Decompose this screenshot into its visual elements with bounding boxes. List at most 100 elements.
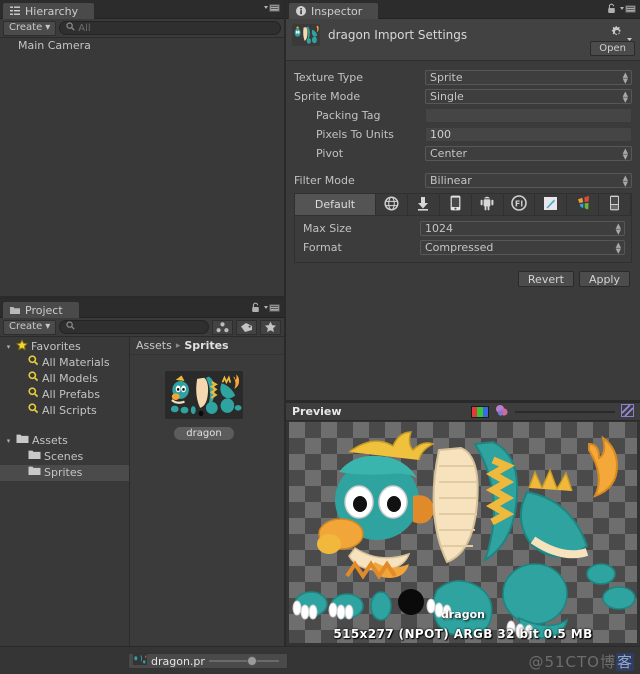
hierarchy-search-input[interactable]: All bbox=[59, 21, 281, 35]
import-settings-header: dragon Import Settings Open bbox=[286, 19, 640, 61]
alpha-channel-icon[interactable] bbox=[495, 404, 509, 420]
standalone-download-icon bbox=[416, 196, 430, 214]
tree-item-all-scripts[interactable]: All Scripts bbox=[0, 403, 129, 419]
mip-level-slider[interactable] bbox=[515, 406, 615, 418]
star-icon bbox=[15, 338, 29, 356]
field-filter-mode: Filter Mode Bilinear ▲ ▼ bbox=[294, 171, 632, 190]
twisty-icon[interactable]: ▾ bbox=[4, 433, 13, 449]
favorite-star-icon[interactable] bbox=[260, 319, 281, 335]
tree-item-all-models[interactable]: All Models bbox=[0, 371, 129, 387]
folder-icon bbox=[28, 449, 41, 465]
dragon-sprite-thumbnail bbox=[165, 371, 243, 419]
tree-item-sprites[interactable]: Sprites bbox=[0, 465, 129, 481]
panel-divider-horizontal-right[interactable] bbox=[286, 400, 640, 403]
platform-tab-default[interactable]: Default bbox=[295, 194, 377, 215]
asset-item-dragon[interactable]: dragon bbox=[156, 371, 252, 440]
search-icon bbox=[66, 22, 75, 34]
search-icon bbox=[66, 321, 75, 333]
import-settings-fields: Texture Type Sprite ▲ ▼ Sprite Mode Singl… bbox=[286, 61, 640, 190]
packing-tag-input[interactable] bbox=[425, 108, 632, 123]
panel-menu-icon[interactable] bbox=[264, 3, 280, 16]
breadcrumb-current: Sprites bbox=[184, 339, 229, 352]
status-bar: dragon.pr @51CTO博客 bbox=[0, 646, 640, 674]
platform-tab-ios[interactable] bbox=[440, 194, 472, 215]
unity-editor-window: Hierarchy Create ▾ All Main Camera Proje… bbox=[0, 0, 640, 674]
platform-override-box: Default Fl Max Size 1024 ▲ ▼ Format Comp… bbox=[294, 193, 632, 263]
breadcrumb: Assets ▸ Sprites bbox=[130, 337, 284, 355]
panel-menu-icon[interactable] bbox=[264, 303, 280, 316]
dragon-sprite-thumbnail bbox=[292, 24, 320, 46]
format-dropdown[interactable]: Compressed ▲ ▼ bbox=[420, 240, 625, 255]
filter-by-label-icon[interactable] bbox=[236, 319, 257, 335]
platform-tab-flash-player[interactable]: Fl bbox=[504, 194, 536, 215]
zoom-slider[interactable] bbox=[208, 656, 279, 666]
field-texture-type: Texture Type Sprite ▲ ▼ bbox=[294, 68, 632, 87]
field-max-size: Max Size 1024 ▲ ▼ bbox=[299, 219, 627, 238]
apply-button[interactable]: Apply bbox=[578, 271, 630, 287]
hierarchy-create-button[interactable]: Create ▾ bbox=[3, 20, 57, 36]
open-button[interactable]: Open bbox=[590, 41, 635, 56]
project-create-button[interactable]: Create ▾ bbox=[3, 319, 57, 335]
tree-item-all-materials[interactable]: All Materials bbox=[0, 355, 129, 371]
panel-menu-icon[interactable] bbox=[620, 4, 636, 17]
filter-by-type-icon[interactable] bbox=[212, 319, 233, 335]
field-label: Pivot bbox=[316, 147, 344, 160]
field-label: Filter Mode bbox=[294, 174, 355, 187]
sprite-mode-dropdown[interactable]: Single ▲ ▼ bbox=[425, 89, 632, 104]
field-pixels-to-units: Pixels To Units 100 bbox=[294, 125, 632, 144]
pivot-dropdown[interactable]: Center ▲ ▼ bbox=[425, 146, 632, 161]
breadcrumb-root[interactable]: Assets bbox=[136, 339, 172, 352]
asset-label: dragon bbox=[174, 427, 234, 440]
mip-level-icon[interactable] bbox=[621, 403, 634, 420]
tree-label: All Materials bbox=[42, 356, 110, 369]
platform-tab-tizen[interactable] bbox=[535, 194, 568, 215]
platform-tab-blackberry[interactable] bbox=[599, 194, 632, 215]
preview-canvas[interactable]: dragon 515x277 (NPOT) ARGB 32 bit 0.5 MB bbox=[289, 422, 637, 643]
tab-inspector[interactable]: Inspector bbox=[288, 2, 380, 19]
hierarchy-panel: Hierarchy Create ▾ All Main Camera bbox=[0, 0, 284, 296]
filter-mode-dropdown[interactable]: Bilinear ▲ ▼ bbox=[425, 173, 632, 188]
gear-icon[interactable] bbox=[610, 25, 632, 42]
tree-item-assets[interactable]: ▾ Assets bbox=[0, 433, 129, 449]
tree-item-favorites[interactable]: ▾ Favorites bbox=[0, 338, 129, 356]
tree-item-scenes[interactable]: Scenes bbox=[0, 449, 129, 465]
project-search-input[interactable] bbox=[59, 320, 209, 334]
rgb-channels-icon[interactable] bbox=[471, 405, 489, 418]
platform-tab-web-player[interactable] bbox=[376, 194, 408, 215]
dropdown-value: 1024 bbox=[425, 222, 453, 235]
field-label: Texture Type bbox=[294, 71, 364, 84]
lock-icon[interactable] bbox=[607, 3, 616, 17]
hierarchy-item-main-camera[interactable]: Main Camera bbox=[0, 38, 284, 54]
field-pivot: Pivot Center ▲ ▼ bbox=[294, 144, 632, 163]
field-label: Max Size bbox=[303, 222, 352, 235]
chevron-down-icon: ▾ bbox=[45, 321, 51, 332]
platform-tab-windows-store[interactable] bbox=[567, 194, 600, 215]
platform-tabs: Default Fl bbox=[295, 194, 632, 216]
blackberry-icon bbox=[609, 195, 620, 214]
revert-button[interactable]: Revert bbox=[517, 271, 574, 287]
input-value: 100 bbox=[430, 128, 451, 141]
platform-tab-label: Default bbox=[314, 198, 356, 211]
dropdown-value: Center bbox=[430, 147, 468, 160]
panel-divider-horizontal-left[interactable] bbox=[0, 296, 284, 299]
tab-hierarchy[interactable]: Hierarchy bbox=[2, 2, 96, 19]
twisty-icon[interactable]: ▾ bbox=[4, 339, 13, 355]
tab-project[interactable]: Project bbox=[2, 301, 80, 318]
field-format: Format Compressed ▲ ▼ bbox=[299, 238, 627, 257]
pixels-to-units-input[interactable]: 100 bbox=[425, 127, 632, 142]
zoom-slider-knob[interactable] bbox=[247, 656, 258, 666]
chevron-updown-icon: ▲ ▼ bbox=[615, 241, 621, 255]
tree-item-all-prefabs[interactable]: All Prefabs bbox=[0, 387, 129, 403]
lock-icon[interactable] bbox=[251, 302, 260, 316]
platform-tab-android[interactable] bbox=[472, 194, 504, 215]
preview-info-text: 515x277 (NPOT) ARGB 32 bit 0.5 MB bbox=[333, 627, 593, 641]
chevron-updown-icon: ▲ ▼ bbox=[622, 90, 628, 104]
platform-tab-standalone[interactable] bbox=[408, 194, 440, 215]
max-size-dropdown[interactable]: 1024 ▲ ▼ bbox=[420, 221, 625, 236]
texture-type-dropdown[interactable]: Sprite ▲ ▼ bbox=[425, 70, 632, 85]
field-label: Format bbox=[303, 241, 342, 254]
panel-divider-vertical[interactable] bbox=[284, 0, 286, 646]
asset-zoom-control[interactable]: dragon.pr bbox=[128, 653, 288, 669]
windows-store-icon bbox=[575, 195, 591, 214]
project-panel: Project Create ▾ ▾ Favorites All Materia… bbox=[0, 299, 284, 646]
